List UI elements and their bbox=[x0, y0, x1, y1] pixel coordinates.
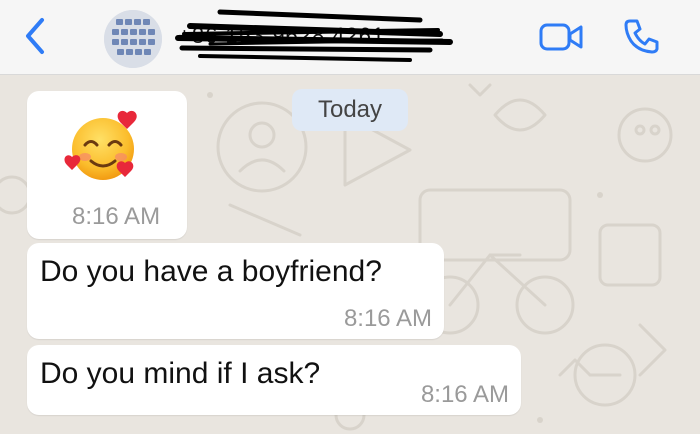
contact-photo bbox=[104, 10, 162, 68]
phone-icon bbox=[624, 19, 659, 54]
contact-avatar[interactable] bbox=[104, 10, 162, 68]
date-label: Today bbox=[317, 96, 383, 123]
message-list[interactable]: Today 8:16 AM Do you have a boyfriend? 8… bbox=[0, 75, 700, 434]
contact-phone-number[interactable]: +86 153 9628 4261 bbox=[178, 23, 385, 49]
voice-call-button[interactable] bbox=[622, 16, 662, 56]
date-separator: Today bbox=[292, 89, 408, 131]
chat-header: +86 153 9628 4261 bbox=[0, 0, 700, 75]
back-button[interactable] bbox=[16, 14, 56, 58]
incoming-message-bubble[interactable]: Do you mind if I ask? 8:16 AM bbox=[27, 345, 521, 415]
video-call-button[interactable] bbox=[538, 20, 586, 54]
message-timestamp: 8:16 AM bbox=[420, 381, 509, 408]
message-text: Do you have a boyfriend? bbox=[40, 255, 382, 288]
message-timestamp: 8:16 AM bbox=[72, 203, 161, 230]
video-camera-icon bbox=[539, 23, 583, 51]
chevron-left-icon bbox=[26, 18, 44, 54]
message-text: Do you mind if I ask? bbox=[40, 357, 321, 390]
incoming-message-bubble[interactable]: 8:16 AM bbox=[27, 91, 187, 239]
message-timestamp: 8:16 AM bbox=[343, 305, 432, 332]
incoming-message-bubble[interactable]: Do you have a boyfriend? 8:16 AM bbox=[27, 243, 444, 339]
smiling-face-with-hearts-emoji bbox=[64, 110, 137, 180]
